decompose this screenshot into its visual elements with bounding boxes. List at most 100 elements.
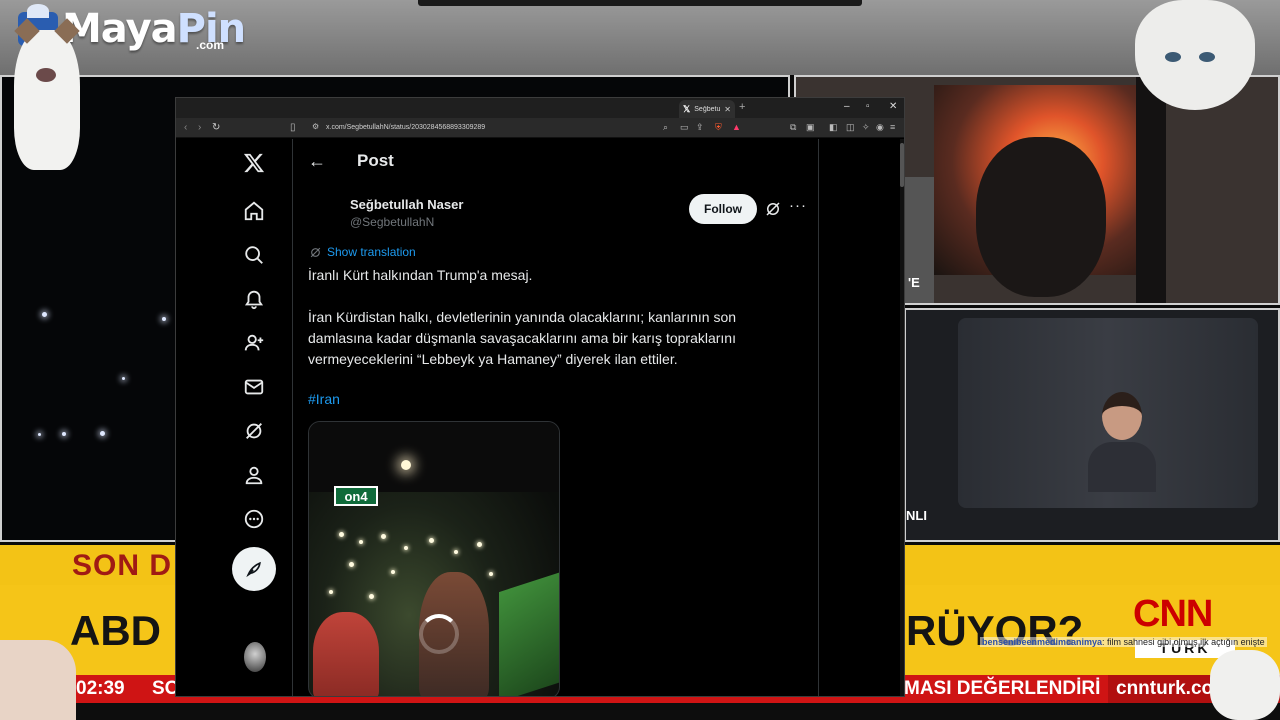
phone-light	[454, 550, 458, 554]
author-handle[interactable]: @SegbetullahN	[350, 215, 434, 229]
tweet-video[interactable]: on4	[308, 421, 560, 696]
brave-rewards-icon[interactable]: ▲	[732, 122, 741, 132]
author-avatar[interactable]	[309, 195, 349, 235]
maximize-button[interactable]: ▫	[866, 101, 870, 112]
phone-light	[339, 532, 344, 537]
wallet-icon[interactable]: ▣	[806, 122, 815, 133]
extensions-icon[interactable]: ⧉	[790, 122, 796, 133]
location-icon[interactable]: ◉	[876, 122, 884, 133]
messages-icon[interactable]	[240, 373, 268, 401]
streamer-avatar	[1088, 392, 1156, 492]
minimize-button[interactable]: –	[844, 101, 850, 112]
leo-icon[interactable]: ✧	[862, 122, 870, 133]
stream-bottom-bar	[0, 703, 1280, 720]
bookmark-icon[interactable]: ▯	[290, 122, 296, 133]
phone-light	[477, 542, 482, 547]
search-icon[interactable]	[240, 241, 268, 269]
notifications-icon[interactable]	[240, 285, 268, 313]
tweet-line: İranlı Kürt halkından Trump'a mesaj.	[308, 267, 533, 283]
phone-light	[381, 534, 386, 539]
loading-spinner-icon	[419, 614, 459, 654]
browser-tab[interactable]: 𝕏 Seğbetu ✕	[679, 100, 735, 118]
flag	[499, 571, 559, 696]
phone-light	[369, 594, 374, 599]
hashtag-link[interactable]: #Iran	[308, 391, 340, 407]
streamer-webcam: NLI	[904, 308, 1280, 542]
tab-title: Seğbetu	[694, 105, 721, 113]
home-icon[interactable]	[240, 197, 268, 225]
cnn-logo: CNN	[1133, 593, 1213, 635]
vpn-icon[interactable]: ◫	[846, 122, 855, 133]
ticker-main-left: ABD	[70, 607, 161, 654]
forward-icon[interactable]: ›	[198, 122, 201, 133]
cast-icon[interactable]: ▭	[680, 122, 689, 133]
menu-icon[interactable]: ≡	[890, 122, 895, 132]
more-icon[interactable]	[240, 505, 268, 533]
account-avatar[interactable]	[244, 642, 266, 672]
phone-light	[489, 572, 493, 576]
close-window-button[interactable]: ✕	[889, 101, 897, 112]
grok-icon	[310, 247, 321, 257]
tweet-text: İranlı Kürt halkından Trump'a mesaj. İra…	[308, 265, 798, 391]
ticker-headline: MASI DEĞERLENDİRİ	[904, 678, 1101, 699]
x-favicon-icon: 𝕏	[683, 103, 691, 114]
city-light	[100, 431, 105, 436]
compose-post-button[interactable]	[232, 547, 276, 591]
grok-icon[interactable]	[240, 417, 268, 445]
translate-row[interactable]: Show translation	[309, 245, 416, 259]
city-light	[42, 312, 47, 317]
chat-message: bensenibeenmedimcanimya: film sahnesi gi…	[980, 637, 1267, 647]
grok-icon[interactable]	[764, 200, 782, 218]
follow-icon[interactable]	[240, 329, 268, 357]
share-icon[interactable]: ⇪	[696, 122, 704, 133]
logo-sub: .com	[196, 38, 225, 52]
follow-button[interactable]: Follow	[689, 194, 757, 224]
reload-icon[interactable]: ↻	[212, 122, 220, 133]
x-app: ← Post Seğbetullah Naser @SegbetullahN F…	[176, 139, 904, 696]
tab-bar: 𝕏 Seğbetu ✕ + – ▫ ✕	[176, 98, 904, 118]
phone-light	[359, 540, 363, 544]
person	[313, 612, 379, 696]
more-options-icon[interactable]: ···	[789, 197, 807, 214]
right-column	[820, 139, 904, 696]
ticker-clock: 02:39	[76, 678, 125, 699]
zoom-icon[interactable]: ⌕	[663, 122, 668, 133]
show-translation-link[interactable]: Show translation	[327, 245, 416, 259]
city-light	[38, 433, 41, 436]
url-input[interactable]: x.com/SegbetullahN/status/20302845688933…	[326, 121, 676, 135]
feather-icon	[246, 561, 261, 578]
page-title: Post	[357, 151, 394, 170]
phone-light	[429, 538, 434, 543]
video-caption: NLI	[906, 508, 927, 523]
smoke	[976, 137, 1106, 297]
x-logo-icon[interactable]	[240, 149, 268, 177]
cat-sticker	[1210, 650, 1280, 720]
brave-shield-icon[interactable]: ⛨	[715, 122, 722, 133]
close-tab-icon[interactable]: ✕	[724, 105, 731, 114]
new-tab-button[interactable]: +	[739, 101, 745, 113]
x-sidebar	[176, 139, 293, 696]
building	[1136, 77, 1166, 303]
city-light	[62, 432, 66, 436]
site-info-icon[interactable]: ⚙	[312, 122, 319, 131]
back-arrow-icon[interactable]: ←	[308, 151, 326, 172]
phone-light	[404, 546, 408, 550]
stream-top-bar	[418, 0, 862, 6]
hand-sticker	[0, 640, 76, 720]
video-caption: 'E	[908, 275, 920, 290]
back-icon[interactable]: ‹	[184, 122, 187, 133]
profile-icon[interactable]	[240, 461, 268, 489]
author-name[interactable]: Seğbetullah Naser	[350, 197, 463, 212]
browser-window: 𝕏 Seğbetu ✕ + – ▫ ✕ ‹ › ↻ ▯ ⚙ x.com/Segb…	[175, 97, 905, 697]
post-column: ← Post Seğbetullah Naser @SegbetullahN F…	[293, 139, 819, 696]
phone-light	[329, 590, 333, 594]
ticker-main-right: RÜYOR?	[906, 607, 1084, 654]
city-light	[122, 377, 125, 380]
channel-badge: on4	[334, 486, 378, 506]
phone-light	[349, 562, 354, 567]
ticker-top-label: SON D	[72, 549, 173, 582]
address-bar: ‹ › ↻ ▯ ⚙ x.com/SegbetullahN/status/2030…	[176, 118, 904, 138]
sidebar-toggle-icon[interactable]: ◧	[829, 122, 838, 133]
scroll-thumb[interactable]	[900, 143, 904, 187]
scrollbar[interactable]	[900, 139, 904, 696]
